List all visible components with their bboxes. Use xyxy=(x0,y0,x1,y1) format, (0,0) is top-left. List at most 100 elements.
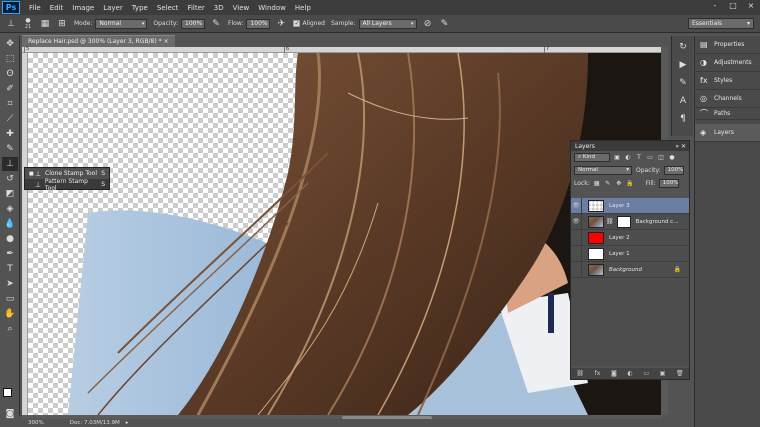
path-select-tool-icon[interactable]: ➤ xyxy=(2,277,18,291)
menu-layer[interactable]: Layer xyxy=(103,4,123,12)
document-tab[interactable]: Replace Hair.psd @ 300% (Layer 3, RGB/8)… xyxy=(22,35,175,47)
document-canvas[interactable] xyxy=(28,53,661,415)
trash-icon[interactable]: 🗑 xyxy=(676,370,684,377)
filter-shape-icon[interactable]: ▭ xyxy=(646,154,654,162)
fill-field[interactable]: 100% xyxy=(658,179,679,188)
brush-preset-icon[interactable]: ● 21 xyxy=(22,17,34,30)
brush-panel-icon[interactable]: ✎ xyxy=(675,76,691,90)
visibility-toggle[interactable] xyxy=(571,245,582,262)
type-tool-icon[interactable]: T xyxy=(2,262,18,276)
healing-brush-tool-icon[interactable]: ✚ xyxy=(2,127,18,141)
link-layers-icon[interactable]: ⛓ xyxy=(576,370,584,377)
shape-tool-icon[interactable]: ▭ xyxy=(2,292,18,306)
layer-style-icon[interactable]: fx xyxy=(595,370,601,377)
clone-source-panel-icon[interactable]: ⊞ xyxy=(56,18,68,30)
filter-toggle-icon[interactable]: ● xyxy=(668,154,676,162)
layer-row-background[interactable]: Background 🔒 xyxy=(571,261,689,278)
menu-3d[interactable]: 3D xyxy=(214,4,224,12)
layer-row-layer-2[interactable]: Layer 2 xyxy=(571,229,689,246)
blend-mode-select[interactable]: Normal ▾ xyxy=(574,166,632,175)
layer-opacity-field[interactable]: 100% xyxy=(663,166,684,175)
ignore-adjustment-layers-icon[interactable]: ⊘ xyxy=(422,18,434,30)
menu-window[interactable]: Window xyxy=(258,4,286,12)
close-tab-icon[interactable]: × xyxy=(164,38,169,45)
marquee-tool-icon[interactable]: ⬚ xyxy=(2,52,18,66)
pen-tool-icon[interactable]: ✒ xyxy=(2,247,18,261)
eye-icon[interactable]: 👁 xyxy=(571,197,582,214)
menu-edit[interactable]: Edit xyxy=(50,4,64,12)
eye-icon[interactable]: 👁 xyxy=(571,213,582,230)
opacity-field[interactable]: 100% xyxy=(181,18,206,29)
chevron-right-icon[interactable]: ▸ xyxy=(126,420,129,426)
actions-panel-icon[interactable]: ▶ xyxy=(675,58,691,72)
flow-field[interactable]: 100% xyxy=(246,18,271,29)
brush-tool-icon[interactable]: ✎ xyxy=(2,142,18,156)
maximize-button[interactable]: □ xyxy=(728,1,738,11)
lock-all-icon[interactable]: 🔒 xyxy=(626,180,634,188)
new-adjustment-icon[interactable]: ◐ xyxy=(627,370,632,377)
menu-type[interactable]: Type xyxy=(132,4,148,12)
menu-view[interactable]: View xyxy=(233,4,250,12)
zoom-tool-icon[interactable]: ⌕ xyxy=(2,322,18,336)
lock-position-icon[interactable]: ✥ xyxy=(615,180,623,188)
dock-item-layers[interactable]: ◈ Layers xyxy=(695,124,760,142)
brush-panel-icon[interactable]: ▦ xyxy=(39,18,51,30)
close-button[interactable]: × xyxy=(746,1,756,11)
visibility-toggle[interactable] xyxy=(571,261,582,278)
menu-image[interactable]: Image xyxy=(72,4,94,12)
lock-pixels-icon[interactable]: ✎ xyxy=(604,180,612,188)
menu-filter[interactable]: Filter xyxy=(187,4,204,12)
filter-smart-icon[interactable]: ◫ xyxy=(657,154,665,162)
quick-mask-icon[interactable]: ◙ xyxy=(2,407,18,421)
menu-help[interactable]: Help xyxy=(295,4,311,12)
clone-stamp-preset-icon[interactable]: ⊥ xyxy=(5,18,17,30)
paragraph-panel-icon[interactable]: ¶ xyxy=(675,112,691,126)
filter-pixel-icon[interactable]: ▣ xyxy=(613,154,621,162)
dock-item-paths[interactable]: ⌒ Paths xyxy=(695,108,760,120)
layer-row-layer-1[interactable]: Layer 1 xyxy=(571,245,689,262)
pressure-size-icon[interactable]: ✎ xyxy=(439,18,451,30)
lasso-tool-icon[interactable]: ʘ xyxy=(2,67,18,81)
dock-item-adjustments[interactable]: ◑ Adjustments xyxy=(695,54,760,72)
panel-collapse-icon[interactable]: » ✕ xyxy=(675,143,686,150)
foreground-color-swatch[interactable] xyxy=(3,388,12,397)
flyout-item-pattern-stamp[interactable]: ⊥ Pattern Stamp Tool S xyxy=(25,178,109,192)
layer-mask-thumbnail[interactable] xyxy=(616,215,631,228)
hand-tool-icon[interactable]: ✋ xyxy=(2,307,18,321)
layers-panel-header[interactable]: Layers » ✕ xyxy=(571,141,689,151)
eyedropper-tool-icon[interactable]: ⟋ xyxy=(2,112,18,126)
zoom-level[interactable]: 300% xyxy=(28,420,44,426)
menu-select[interactable]: Select xyxy=(157,4,179,12)
paint-bucket-tool-icon[interactable]: ◈ xyxy=(2,202,18,216)
pressure-opacity-icon[interactable]: ✎ xyxy=(210,18,222,30)
filter-adjustment-icon[interactable]: ◐ xyxy=(624,154,632,162)
aligned-checkbox[interactable]: ✓ xyxy=(293,20,301,27)
eraser-tool-icon[interactable]: ◩ xyxy=(2,187,18,201)
dock-item-styles[interactable]: fx Styles xyxy=(695,72,760,90)
crop-tool-icon[interactable]: ⌗ xyxy=(2,97,18,111)
quick-select-tool-icon[interactable]: ✐ xyxy=(2,82,18,96)
new-group-icon[interactable]: ▭ xyxy=(643,370,649,377)
doc-size[interactable]: Doc: 7.03M/13.9M xyxy=(70,420,120,426)
blur-tool-icon[interactable]: 💧 xyxy=(2,217,18,231)
filter-type-icon[interactable]: T xyxy=(635,154,643,162)
character-panel-icon[interactable]: A xyxy=(675,94,691,108)
sample-select[interactable]: All Layers ▾ xyxy=(358,18,417,29)
dock-item-channels[interactable]: ◎ Channels xyxy=(695,90,760,108)
clone-stamp-tool-icon[interactable]: ⊥ xyxy=(2,157,18,171)
minimize-button[interactable]: - xyxy=(710,1,720,11)
mode-select[interactable]: Normal ▾ xyxy=(95,18,148,29)
new-layer-icon[interactable]: ▣ xyxy=(660,370,666,377)
add-mask-icon[interactable]: ◙ xyxy=(611,370,617,377)
dock-item-properties[interactable]: ▤ Properties xyxy=(695,36,760,54)
visibility-toggle[interactable] xyxy=(571,229,582,246)
move-tool-icon[interactable]: ✥ xyxy=(2,37,18,51)
airbrush-icon[interactable]: ✈ xyxy=(275,18,287,30)
layer-row-layer-3[interactable]: 👁 Layer 3 xyxy=(571,197,689,214)
history-brush-tool-icon[interactable]: ↺ xyxy=(2,172,18,186)
workspace-select[interactable]: Essentials ▾ xyxy=(688,18,754,29)
menu-file[interactable]: File xyxy=(29,4,41,12)
lock-transparency-icon[interactable]: ▦ xyxy=(593,180,601,188)
dodge-tool-icon[interactable]: ● xyxy=(2,232,18,246)
filter-kind-select[interactable]: ⌕ Kind xyxy=(574,153,610,162)
